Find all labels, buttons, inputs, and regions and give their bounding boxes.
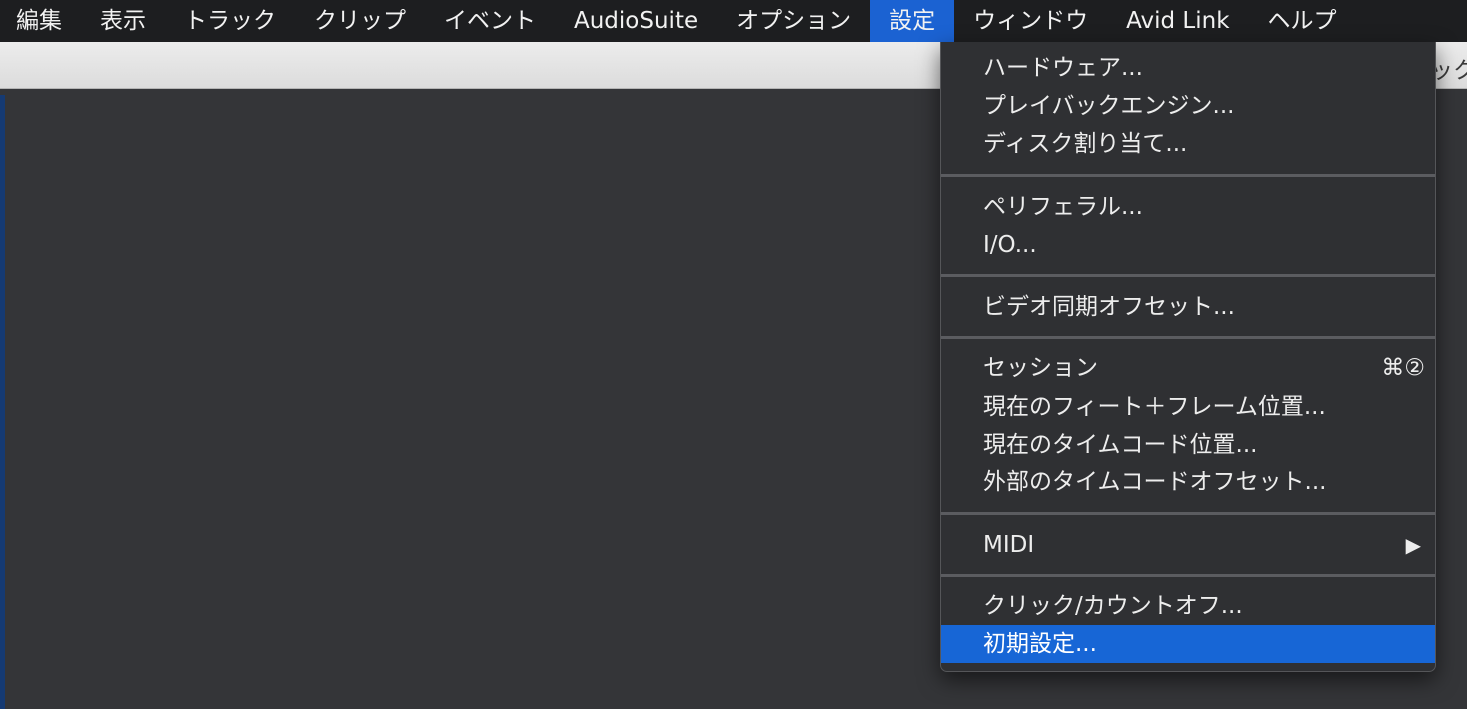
menu-window[interactable]: ウィンドウ	[954, 0, 1107, 42]
menu-item-current-feet-frames[interactable]: 現在のフィート＋フレーム位置...	[941, 388, 1435, 426]
menu-item-session[interactable]: セッション ⌘②	[941, 349, 1435, 387]
menu-separator	[941, 174, 1435, 177]
menu-edit[interactable]: 編集	[0, 0, 81, 42]
menu-item-peripherals[interactable]: ペリフェラル...	[941, 188, 1435, 226]
menu-options[interactable]: オプション	[717, 0, 870, 42]
menu-item-io[interactable]: I/O...	[941, 226, 1435, 264]
menu-item-hardware[interactable]: ハードウェア...	[941, 49, 1435, 87]
menu-separator	[941, 512, 1435, 515]
menu-separator	[941, 574, 1435, 577]
menu-event[interactable]: イベント	[425, 0, 555, 42]
keyboard-shortcut: ⌘②	[1381, 355, 1425, 381]
menu-item-playback-engine[interactable]: プレイバックエンジン...	[941, 87, 1435, 125]
menu-separator	[941, 336, 1435, 339]
menu-avid-link[interactable]: Avid Link	[1107, 0, 1248, 42]
setup-menu-dropdown: ハードウェア... プレイバックエンジン... ディスク割り当て... ペリフェ…	[940, 42, 1436, 672]
menu-bar: 編集 表示 トラック クリップ イベント AudioSuite オプション 設定…	[0, 0, 1467, 42]
submenu-arrow-icon: ▶	[1405, 533, 1421, 557]
menu-audiosuite[interactable]: AudioSuite	[555, 0, 717, 42]
menu-item-label: MIDI	[983, 532, 1035, 558]
menu-track[interactable]: トラック	[165, 0, 295, 42]
menu-item-label: セッション	[983, 355, 1098, 381]
menu-separator	[941, 274, 1435, 277]
menu-item-video-sync-offset[interactable]: ビデオ同期オフセット...	[941, 288, 1435, 326]
window-left-edge	[0, 95, 5, 709]
menu-view[interactable]: 表示	[81, 0, 165, 42]
menu-item-click-countoff[interactable]: クリック/カウントオフ...	[941, 587, 1435, 625]
menu-item-preferences[interactable]: 初期設定...	[941, 625, 1435, 663]
menu-item-disk-allocation[interactable]: ディスク割り当て...	[941, 125, 1435, 163]
menu-item-current-timecode[interactable]: 現在のタイムコード位置...	[941, 426, 1435, 464]
menu-item-external-timecode-offset[interactable]: 外部のタイムコードオフセット...	[941, 463, 1435, 501]
menu-help[interactable]: ヘルプ	[1249, 0, 1356, 42]
menu-item-midi[interactable]: MIDI ▶	[941, 526, 1435, 564]
menu-setup[interactable]: 設定	[870, 0, 955, 42]
menu-clip[interactable]: クリップ	[295, 0, 425, 42]
